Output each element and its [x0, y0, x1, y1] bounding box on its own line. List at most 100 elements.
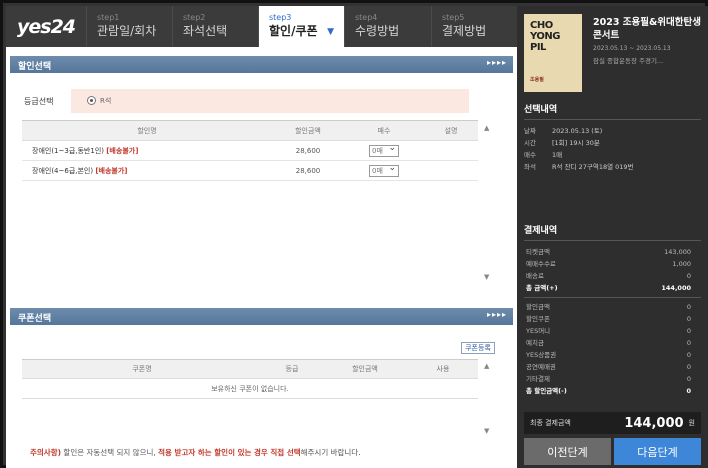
selection-summary: 선택내역 날짜 2023.05.13 (토) 시간 [1회] 19시 30분 매수 1…: [524, 102, 701, 173]
scroll-up-icon[interactable]: ▲: [484, 362, 489, 370]
previous-step-button[interactable]: 이전단계: [524, 438, 611, 465]
step-1-tab[interactable]: step1 관람일/회차: [86, 6, 172, 47]
payment-value: 144,000: [661, 284, 691, 292]
payment-value: 0: [686, 272, 691, 280]
scroll-down-icon[interactable]: ▼: [484, 427, 489, 435]
expand-arrows-icon: ▸▸▸▸: [486, 58, 507, 67]
step-3-tab[interactable]: step3 할인/쿠폰 ▼: [258, 6, 344, 47]
selection-value: R석 잔디 27구역18열 019번: [552, 163, 634, 171]
step-number: step1: [97, 13, 120, 22]
payment-value: 0: [686, 327, 691, 335]
booking-window: yes24 step1 관람일/회차 step2 좌석선택 step3 할인/쿠…: [0, 0, 708, 468]
discount-section-title: 할인선택: [18, 62, 52, 72]
payment-title: 결제내역: [524, 223, 701, 241]
poster-subtitle: 조용필: [530, 77, 544, 83]
payment-row: 배송료 0: [524, 270, 701, 282]
payment-row: 티켓금액 143,000: [524, 246, 701, 258]
scroll-down-icon[interactable]: ▼: [484, 273, 489, 281]
discount-row: 기타결제 0: [524, 373, 701, 385]
selection-key: 매수: [524, 151, 536, 159]
description-cell: [424, 140, 478, 161]
payment-key: 예매수수료: [526, 260, 556, 268]
coupon-section-title: 쿠폰선택: [18, 314, 52, 324]
discount-name: 장애인(4~6급,본인): [32, 166, 94, 175]
selection-row: 날짜 2023.05.13 (토): [524, 125, 701, 137]
grade-options: R석: [71, 89, 469, 113]
payment-key: 티켓금액: [526, 248, 550, 256]
quantity-cell: 0매: [344, 160, 424, 181]
quantity-select[interactable]: 0매: [369, 163, 399, 177]
payment-key: 예치금: [526, 339, 544, 347]
discount-row: 할인금액 0: [524, 301, 701, 313]
payment-key: 총 금액(+): [526, 284, 558, 292]
quantity-cell: 0매: [344, 140, 424, 161]
no-delivery-tag: [배송불가]: [95, 166, 128, 175]
step-4-tab[interactable]: step4 수령방법: [344, 6, 431, 47]
quantity-select[interactable]: 0매: [369, 143, 399, 157]
selection-value: 2023.05.13 (토): [552, 127, 603, 135]
grade-radio[interactable]: [87, 96, 96, 105]
payment-key: 기타결제: [526, 375, 550, 383]
payment-value: 0: [686, 315, 691, 323]
show-poster: CHO YONG PIL 조용필: [524, 14, 582, 92]
step-5-tab[interactable]: step5 결제방법: [431, 6, 517, 47]
selection-value: 1매: [552, 151, 563, 159]
no-delivery-tag: [배송불가]: [106, 146, 139, 155]
divider: [524, 297, 701, 298]
selection-title: 선택내역: [524, 102, 701, 120]
coupon-register-button[interactable]: 쿠폰등록: [461, 342, 495, 354]
discount-panel: 할인선택 ▸▸▸▸ 등급선택 R석 할인명 할인금액 매수 설명 장애인(1~3…: [6, 47, 517, 468]
header-use: 사용: [408, 359, 478, 379]
selection-row: 시간 [1회] 19시 30분: [524, 137, 701, 149]
payment-key: 할인금액: [526, 303, 550, 311]
payment-key: YES머니: [526, 327, 551, 335]
notice-text: 주의사항) 할인은 자동선택 되지 않으니, 적용 받고자 하는 할인이 있는 …: [30, 447, 361, 458]
selection-value: [1회] 19시 30분: [552, 139, 600, 147]
discount-table: 할인명 할인금액 매수 설명 장애인(1~3급,동반1인) [배송불가] 28,…: [22, 120, 478, 181]
payment-total-row: 총 금액(+) 144,000: [524, 282, 701, 294]
payment-row: 예매수수료 1,000: [524, 258, 701, 270]
discount-table-header: 할인명 할인금액 매수 설명: [22, 120, 478, 141]
expand-arrows-icon: ▸▸▸▸: [486, 310, 507, 319]
description-cell: [424, 160, 478, 181]
poster-text: CHO: [530, 20, 553, 31]
discount-total-row: 총 할인금액(-) 0: [524, 385, 701, 397]
chevron-down-icon: ▼: [327, 27, 334, 37]
step-2-tab[interactable]: step2 좌석선택: [172, 6, 258, 47]
payment-key: 할인쿠폰: [526, 315, 550, 323]
payment-value: 0: [686, 303, 691, 311]
poster-text: YONG: [530, 31, 560, 42]
discount-name-cell: 장애인(4~6급,본인) [배송불가]: [22, 160, 272, 181]
payment-key: 배송료: [526, 272, 544, 280]
scroll-up-icon[interactable]: ▲: [484, 124, 489, 132]
table-row: 장애인(1~3급,동반1인) [배송불가] 28,600 0매: [22, 140, 478, 161]
table-row: 장애인(4~6급,본인) [배송불가] 28,600 0매: [22, 160, 478, 181]
notice-text-part: 해주시기 바랍니다.: [300, 448, 361, 457]
header-description: 설명: [424, 120, 478, 141]
payment-value: 0: [686, 375, 691, 383]
payment-key: 공연예매권: [526, 363, 556, 371]
discount-section-bar: 할인선택 ▸▸▸▸: [10, 56, 513, 73]
step-label: 결제방법: [442, 24, 487, 38]
discount-name-cell: 장애인(1~3급,동반1인) [배송불가]: [22, 140, 272, 161]
step-number: step4: [355, 13, 378, 22]
show-period: 2023.05.13 ~ 2023.05.13: [593, 45, 671, 52]
final-payment-amount: 144,000: [624, 415, 684, 431]
selection-key: 시간: [524, 139, 536, 147]
header-discount-amount: 할인금액: [272, 120, 344, 141]
yes24-logo[interactable]: yes24: [6, 6, 86, 47]
step-number: step2: [183, 13, 206, 22]
header-grade: 등급: [262, 359, 322, 379]
next-step-button[interactable]: 다음단계: [614, 438, 701, 465]
header-quantity: 매수: [344, 120, 424, 141]
step-number: step3: [269, 13, 292, 22]
notice-text-part: 할인은 자동선택 되지 않으니,: [61, 448, 159, 457]
poster-lettering: CHO YONG PIL: [530, 20, 560, 53]
order-summary-sidebar: CHO YONG PIL 조용필 2023 조용필&위대한탄생 콘서트 2023…: [517, 6, 708, 468]
grade-option-label: R석: [100, 97, 112, 105]
discount-amount: 28,600: [272, 140, 344, 161]
step-label: 수령방법: [355, 24, 400, 38]
step-label: 좌석선택: [183, 24, 228, 38]
header-discount-name: 할인명: [22, 120, 272, 141]
selection-row: 매수 1매: [524, 149, 701, 161]
